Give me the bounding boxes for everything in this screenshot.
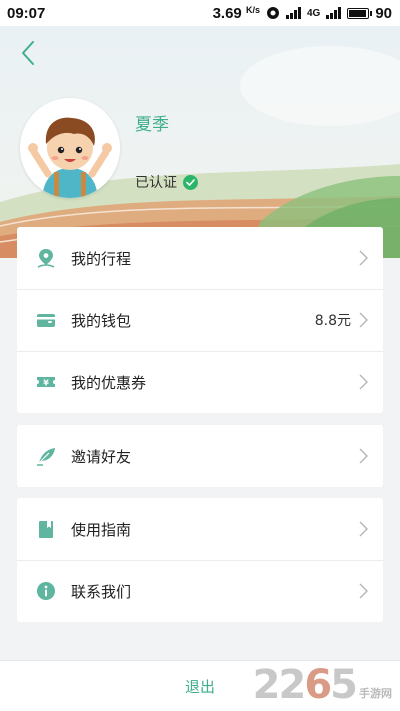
status-bar: 09:07 3.69 K/s 4G 90 — [0, 0, 400, 26]
menu-item-my-wallet[interactable]: 我的钱包 8.8元 — [17, 289, 383, 351]
chevron-left-icon — [22, 41, 34, 65]
menu-item-my-coupons[interactable]: ¥ 我的优惠券 — [17, 351, 383, 413]
chevron-right-icon — [359, 448, 368, 464]
alarm-icon — [266, 7, 279, 19]
chevron-right-icon — [359, 250, 368, 266]
signal-strength-icon — [285, 7, 301, 19]
wallet-balance: 8.8元 — [314, 313, 351, 329]
wallet-icon — [35, 309, 57, 331]
svg-text:¥: ¥ — [43, 379, 49, 388]
back-button[interactable] — [16, 38, 40, 68]
signal-strength-2-icon — [326, 7, 342, 19]
menu-item-label: 使用指南 — [71, 520, 132, 539]
menu-item-label: 邀请好友 — [71, 447, 132, 466]
watermark-logo: 2265 手游网 — [253, 665, 392, 705]
watermark-site: 手游网 — [359, 687, 392, 700]
menu-item-label: 联系我们 — [71, 582, 132, 601]
verified-label: 已认证 — [135, 175, 177, 191]
status-indicators: 3.69 K/s 4G 90 — [213, 5, 392, 22]
coupon-icon: ¥ — [35, 371, 57, 393]
info-icon — [35, 580, 57, 602]
avatar[interactable] — [20, 98, 120, 198]
menu-item-user-guide[interactable]: 使用指南 — [17, 498, 383, 560]
network-speed: 3.69 K/s — [212, 4, 260, 22]
menu-group-help: 使用指南 联系我们 — [17, 498, 383, 622]
chevron-right-icon — [359, 521, 368, 537]
location-pin-icon — [35, 247, 57, 269]
battery-icon — [347, 7, 373, 19]
menu-item-label: 我的钱包 — [71, 311, 132, 330]
verified-status: 已认证 — [135, 172, 198, 192]
cartoon-boy-avatar-icon — [20, 98, 120, 198]
chevron-right-icon — [359, 374, 368, 390]
watermark-number: 2265 — [252, 662, 358, 708]
chevron-right-icon — [359, 583, 368, 599]
network-type: 4G — [306, 7, 321, 19]
menu-group-invite: 邀请好友 — [17, 425, 383, 487]
menu-item-label: 我的行程 — [71, 249, 132, 268]
feather-icon — [35, 445, 57, 467]
menu-item-contact-us[interactable]: 联系我们 — [17, 560, 383, 622]
guide-book-icon — [35, 518, 57, 540]
chevron-right-icon — [359, 312, 368, 328]
menu-group-account: 我的行程 我的钱包 8.8元 ¥ 我的优惠券 — [17, 227, 383, 413]
menu-item-invite-friends[interactable]: 邀请好友 — [17, 425, 383, 487]
logout-label: 退出 — [184, 677, 215, 696]
menu-item-my-trips[interactable]: 我的行程 — [17, 227, 383, 289]
battery-level: 90 — [375, 4, 392, 22]
username: 夏季 — [135, 115, 169, 135]
menu-item-label: 我的优惠券 — [71, 373, 147, 392]
status-time: 09:07 — [7, 4, 46, 22]
verified-check-icon — [183, 174, 198, 190]
